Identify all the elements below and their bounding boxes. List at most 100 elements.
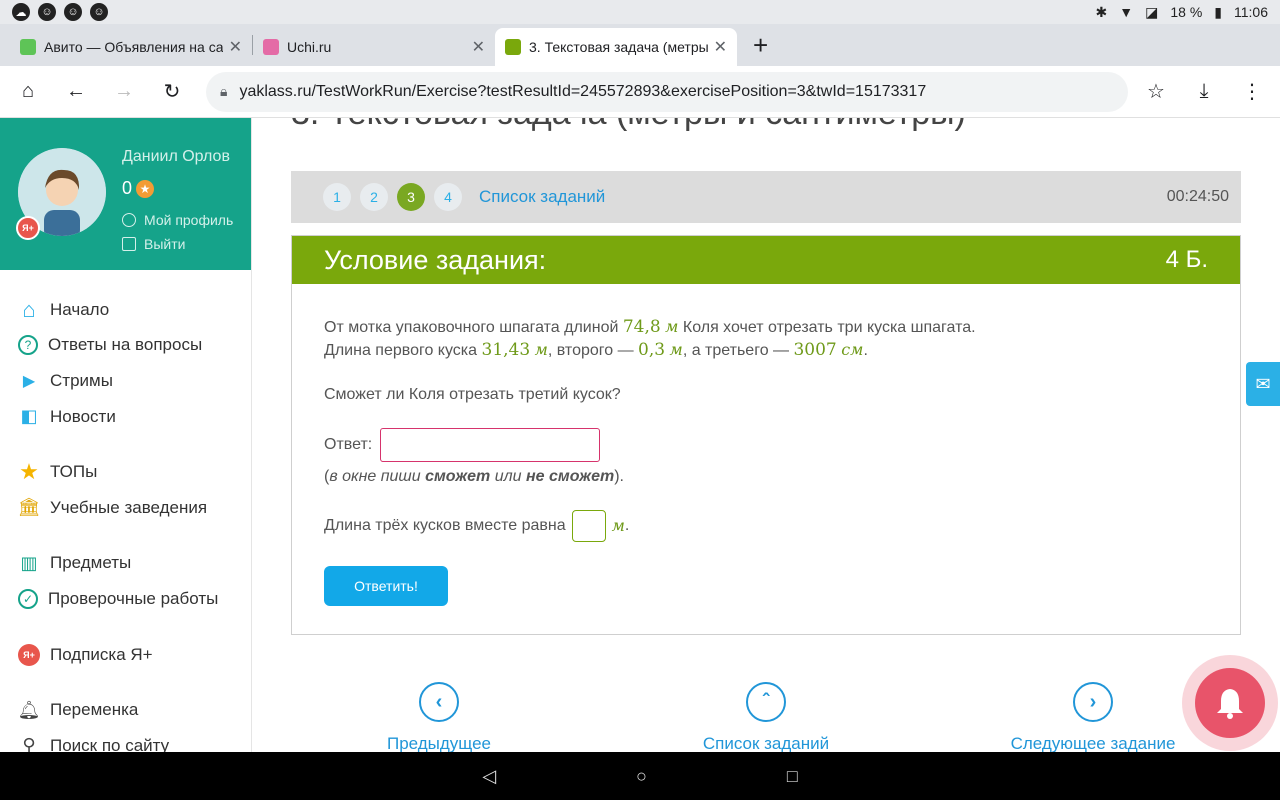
sidebar-item-label: Стримы — [50, 370, 113, 390]
browser-tab-strip: Авито — Объявления на сайте ✕ Uchi.ru ✕ … — [0, 24, 1280, 66]
value-0-3: 0,3 — [638, 340, 666, 360]
battery-icon: ▮ — [1214, 3, 1222, 20]
sidebar-item-schools[interactable]: 🏛︎ Учебные заведения — [0, 490, 251, 526]
sidebar-item-home[interactable]: ⌂ Начало — [0, 292, 251, 328]
back-triangle-icon[interactable]: ◁ — [482, 766, 496, 787]
chevron-right-icon: › — [1073, 682, 1113, 722]
tab-yaklass[interactable]: 3. Текстовая задача (метры и сантиметры)… — [495, 28, 737, 66]
battery-percent: 18 % — [1170, 4, 1203, 20]
sidebar-item-streams[interactable]: ▶ Стримы — [0, 363, 251, 399]
star-icon: ★ — [136, 179, 155, 198]
sidebar-item-label: ТОПы — [50, 462, 98, 482]
url-text: yaklass.ru/TestWorkRun/Exercise?testResu… — [239, 82, 927, 100]
task-card-body: От мотка упаковочного шпагата длиной 74,… — [292, 284, 1240, 638]
reload-icon[interactable]: ↻ — [158, 78, 186, 106]
bottom-navigation: ‹ Предыдущее задание ˆ Список заданий › … — [253, 682, 1280, 752]
new-tab-icon[interactable]: + — [753, 32, 768, 58]
uchi-favicon-icon — [263, 39, 279, 55]
tab-uchi[interactable]: Uchi.ru ✕ — [253, 28, 495, 66]
length-row: Длина трёх кусков вместе равна м. — [324, 510, 1208, 542]
no-signal-icon: ◪ — [1145, 3, 1159, 20]
task-list-link[interactable]: Список заданий — [479, 187, 605, 207]
profile-panel: Я+ Даниил Орлов 0 ★ Мой профиль Выйти — [0, 118, 251, 270]
check-icon: ✓ — [18, 588, 38, 609]
sidebar-item-subjects[interactable]: ▥ Предметы — [0, 546, 251, 582]
length-label: Длина трёх кусков вместе равна — [324, 517, 566, 534]
bluetooth-icon: ✱ — [1095, 3, 1108, 20]
feedback-mail-icon[interactable]: ✉ — [1246, 362, 1280, 406]
task-number-3[interactable]: 3 — [397, 183, 425, 211]
sidebar-item-news[interactable]: ◧ Новости — [0, 399, 251, 435]
sidebar-item-label: Учебные заведения — [50, 497, 208, 517]
my-profile-link[interactable]: Мой профиль — [122, 212, 233, 228]
timer: 00:24:50 — [1166, 188, 1229, 205]
logout-link[interactable]: Выйти — [122, 236, 185, 252]
submit-button[interactable]: Ответить! — [324, 566, 448, 606]
app-notification-icon: ☺ — [38, 3, 56, 21]
points-badge: 4 Б. — [1165, 246, 1208, 273]
sidebar-item-break[interactable]: 🔔︎ Переменка — [0, 692, 251, 728]
bell-icon — [1195, 668, 1265, 738]
page-title: 3. Текстовая задача (метры и сантиметры) — [291, 118, 966, 133]
sidebar-item-label: Ответы на вопросы — [48, 335, 203, 355]
profile-score: 0 ★ — [122, 178, 155, 199]
sidebar-item-tops[interactable]: ★ ТОПы — [0, 454, 251, 490]
task-list-bottom-link[interactable]: ˆ Список заданий — [695, 682, 837, 752]
task-number-4[interactable]: 4 — [434, 183, 462, 211]
length-unit: м — [611, 516, 625, 535]
tab-avito[interactable]: Авито — Объявления на сайте ✕ — [10, 28, 252, 66]
app-notification-icon: ☺ — [64, 3, 82, 21]
task-number-2[interactable]: 2 — [360, 183, 388, 211]
main-content: 3. Текстовая задача (метры и сантиметры)… — [253, 118, 1280, 752]
task-navigation-bar: 1 2 3 4 Список заданий 00:24:50 — [291, 171, 1241, 223]
close-tab-icon[interactable]: ✕ — [714, 37, 727, 57]
search-icon: ⚲ — [22, 735, 36, 752]
ya-plus-badge-icon: Я+ — [16, 216, 40, 240]
notification-bell-button[interactable] — [1182, 655, 1278, 751]
video-icon: ▶ — [22, 372, 36, 390]
wifi-icon: ▼ — [1119, 4, 1134, 20]
tab-title: 3. Текстовая задача (метры и сантиметры) — [529, 39, 708, 55]
answer-hint: (в окне пиши сможет или не сможет). — [324, 468, 624, 485]
sidebar-item-tests[interactable]: ✓ Проверочные работы — [0, 581, 251, 617]
menu-icon[interactable]: ⋮ — [1238, 78, 1266, 106]
close-tab-icon[interactable]: ✕ — [472, 37, 485, 57]
avito-favicon-icon — [20, 39, 36, 55]
home-circle-icon[interactable]: ○ — [636, 766, 647, 787]
recents-square-icon[interactable]: □ — [787, 766, 798, 787]
sidebar-item-label: Поиск по сайту — [50, 735, 170, 752]
logout-label: Выйти — [144, 236, 186, 252]
question-text: Сможет ли Коля отрезать третий кусок? — [324, 386, 621, 403]
sidebar-nav: ⌂ Начало ? Ответы на вопросы ▶ Стримы ◧ Ново… — [0, 270, 251, 752]
home-icon[interactable]: ⌂ — [14, 78, 42, 106]
next-task-link[interactable]: › Следующее задание — [1009, 682, 1177, 752]
answer-row: Ответ: — [324, 428, 1208, 462]
sidebar-item-search[interactable]: ⚲ Поиск по сайту — [0, 728, 251, 752]
task-number-1[interactable]: 1 — [323, 183, 351, 211]
browser-toolbar: ⌂ ← → ↻ 🔒︎ yaklass.ru/TestWorkRun/Exerci… — [0, 66, 1280, 118]
sidebar-item-subscription[interactable]: Я+ Подписка Я+ — [0, 637, 251, 673]
back-icon[interactable]: ← — [62, 78, 90, 106]
clock: 11:06 — [1234, 4, 1268, 20]
address-bar[interactable]: 🔒︎ yaklass.ru/TestWorkRun/Exercise?testR… — [206, 71, 1128, 112]
prev-task-link[interactable]: ‹ Предыдущее задание — [353, 682, 525, 752]
tab-title: Авито — Объявления на сайте — [44, 39, 223, 55]
bell-icon: 🔔︎ — [17, 699, 41, 720]
profile-name: Даниил Орлов — [122, 148, 230, 165]
sidebar-item-label: Проверочные работы — [48, 588, 219, 608]
lock-icon: 🔒︎ — [220, 83, 228, 99]
user-icon — [122, 213, 136, 227]
sidebar-item-label: Предметы — [50, 553, 132, 573]
star-icon: ★ — [19, 459, 39, 485]
download-icon[interactable]: ⤓ — [1190, 78, 1218, 106]
chevron-up-icon: ˆ — [746, 682, 786, 722]
cloud-notification-icon: ☁ — [12, 3, 30, 21]
sidebar-item-answers[interactable]: ? Ответы на вопросы — [0, 328, 251, 364]
close-tab-icon[interactable]: ✕ — [229, 37, 242, 57]
bookmark-star-icon[interactable]: ☆ — [1142, 78, 1170, 106]
my-profile-label: Мой профиль — [144, 212, 234, 228]
forward-icon[interactable]: → — [110, 78, 138, 106]
subscription-icon: Я+ — [18, 643, 40, 666]
answer-input[interactable] — [380, 428, 601, 462]
length-input[interactable] — [571, 510, 606, 542]
